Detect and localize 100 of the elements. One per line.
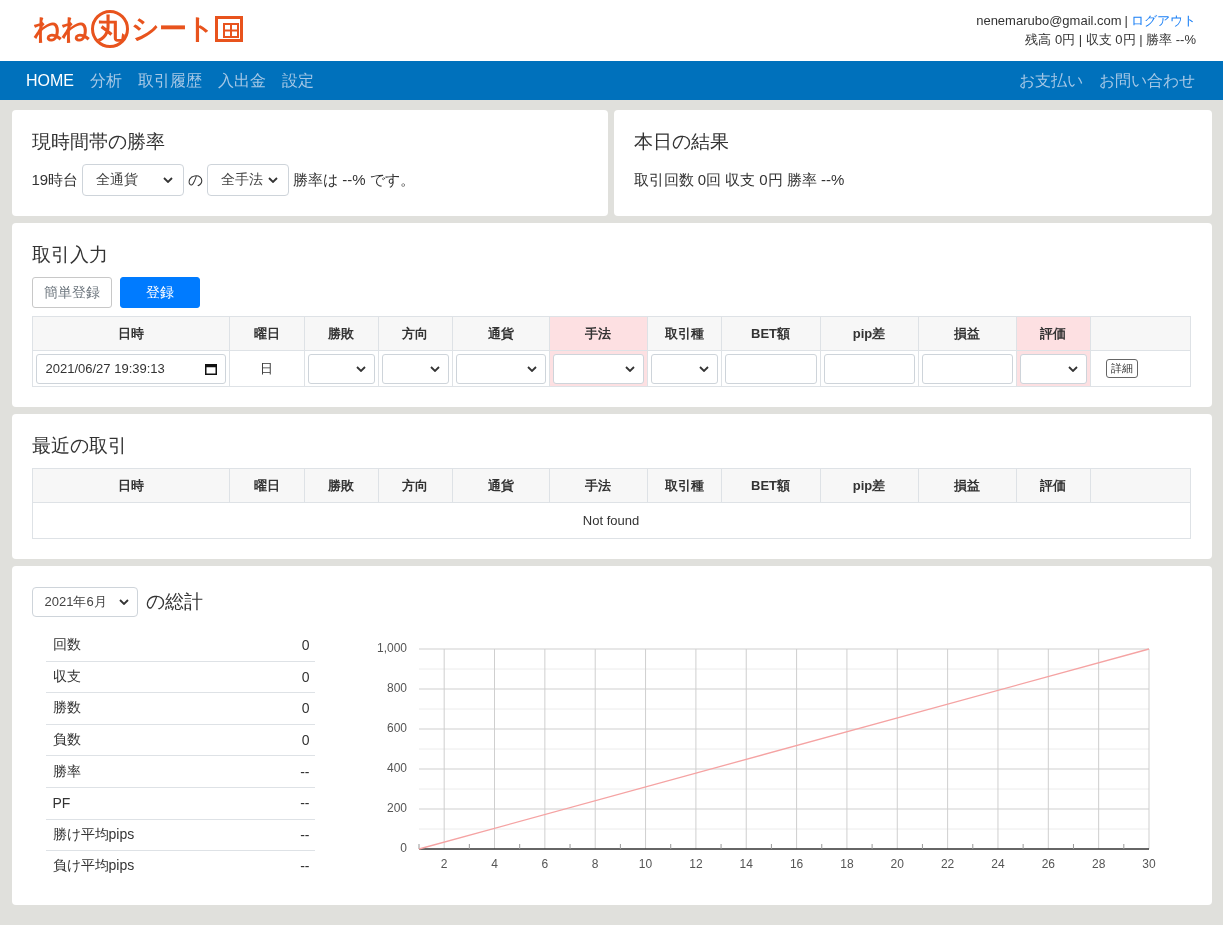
particle-text: の: [188, 170, 204, 190]
column-header: pip差: [820, 468, 918, 503]
stat-label: 収支: [52, 667, 81, 686]
chevron-down-icon: [698, 365, 709, 372]
stat-label: 勝け平均pips: [52, 825, 135, 844]
stat-label: 勝率: [52, 762, 81, 781]
x-tick-label: 2: [440, 857, 447, 872]
column-header: 方向: [378, 316, 452, 351]
account-summary: 残高 0円 | 収支 0円 | 勝率 --%: [1024, 30, 1196, 49]
stat-value: --: [300, 826, 310, 843]
chevron-down-icon: [163, 177, 174, 183]
x-tick-label: 8: [591, 857, 599, 872]
chevron-down-icon: [355, 365, 366, 372]
chevron-down-icon: [429, 365, 440, 372]
column-header: 勝敗: [304, 316, 378, 351]
card-title: 現時間帯の勝率: [31, 130, 166, 154]
column-header: 取引種: [647, 316, 721, 351]
today-result-text: 取引回数 0回 収支 0円 勝率 --%: [633, 170, 845, 190]
logout-link[interactable]: ログアウト: [1131, 12, 1196, 28]
currency-select[interactable]: 全通貨: [82, 164, 185, 196]
stat-value: --: [300, 763, 310, 780]
column-header: 方向: [378, 468, 452, 503]
x-tick-label: 12: [688, 857, 703, 872]
stat-value: 0: [301, 700, 310, 717]
x-tick-label: 6: [541, 857, 548, 872]
column-header: 通貨: [452, 468, 549, 503]
column-header: 損益: [918, 468, 1016, 503]
x-tick-label: 28: [1091, 857, 1105, 872]
stat-value: --: [300, 858, 310, 875]
table-cell: Not found: [32, 502, 1190, 539]
chevron-down-icon: [624, 365, 635, 372]
chevron-down-icon: [268, 177, 279, 183]
y-tick-label: 200: [386, 801, 407, 816]
win-rate-text: 勝率は --% です。: [293, 170, 415, 190]
sheet-icon: [215, 15, 243, 42]
card-title: 最近の取引: [31, 434, 128, 458]
stat-value: --: [300, 795, 310, 812]
x-tick-label: 10: [638, 857, 652, 872]
x-tick-label: 24: [990, 857, 1005, 872]
chevron-down-icon: [118, 599, 129, 605]
month-select[interactable]: 2021年6月: [31, 587, 138, 617]
x-tick-label: 14: [739, 857, 753, 872]
chevron-down-icon: [526, 365, 537, 372]
x-tick-label: 16: [789, 857, 803, 872]
column-header: 手法: [549, 316, 647, 351]
date-field[interactable]: 2021/06/27 19:39:13: [35, 353, 226, 384]
x-tick-label: 4: [490, 857, 498, 872]
stat-label: 負け平均pips: [52, 857, 135, 876]
nav-link[interactable]: 分析: [90, 69, 122, 92]
nav-link[interactable]: HOME: [26, 69, 74, 92]
x-tick-label: 22: [940, 857, 954, 872]
nav-link[interactable]: お支払い: [1019, 69, 1083, 92]
column-header: BET額: [721, 316, 820, 351]
nav-link[interactable]: お問い合わせ: [1099, 69, 1195, 92]
hour-label: 19時台: [31, 170, 79, 190]
column-header: 日時: [32, 316, 229, 351]
column-header: 取引種: [647, 468, 721, 503]
y-tick-label: 600: [386, 721, 407, 736]
table-cell: 日: [229, 350, 304, 387]
nav-link[interactable]: 取引履歴: [138, 69, 202, 92]
column-header: BET額: [721, 468, 820, 503]
chevron-down-icon: [1067, 365, 1078, 372]
nav-link[interactable]: 入出金: [218, 69, 266, 92]
nav-link[interactable]: 設定: [282, 69, 314, 92]
y-tick-label: 0: [399, 841, 407, 856]
y-tick-label: 400: [386, 761, 407, 776]
x-tick-label: 20: [890, 857, 904, 872]
stat-label: 勝数: [52, 699, 81, 718]
column-header: 損益: [918, 316, 1016, 351]
column-header: 曜日: [229, 468, 304, 503]
column-header: 曜日: [229, 316, 304, 351]
column-header: 通貨: [452, 316, 549, 351]
stat-label: 回数: [52, 635, 81, 654]
submit-button[interactable]: 登録: [119, 277, 200, 308]
y-tick-label: 800: [386, 681, 407, 696]
column-header: 手法: [549, 468, 647, 503]
column-header: 評価: [1016, 468, 1090, 503]
card-title: 取引入力: [31, 243, 109, 267]
column-header: 勝敗: [304, 468, 378, 503]
x-tick-label: 18: [839, 857, 854, 872]
y-tick-label: 1,000: [376, 641, 407, 656]
stat-value: 0: [301, 732, 310, 749]
stat-value: 0: [301, 636, 310, 653]
stat-label: PF: [52, 795, 71, 812]
calendar-icon: [204, 362, 217, 375]
logo-text[interactable]: ねね 丸 シート: [33, 9, 214, 48]
column-header: 日時: [32, 468, 229, 503]
method-select[interactable]: 全手法: [207, 164, 290, 196]
card-title: 本日の結果: [633, 130, 730, 154]
x-tick-label: 30: [1141, 857, 1156, 872]
card-title: の総計: [145, 590, 203, 614]
detail-button[interactable]: 詳細: [1105, 359, 1138, 378]
x-tick-label: 26: [1041, 857, 1055, 872]
quick-register-button[interactable]: 簡単登録: [31, 277, 112, 308]
separator: |: [1124, 12, 1128, 28]
column-header: 評価: [1016, 316, 1090, 351]
user-email: nenemarubo@gmail.com: [976, 12, 1122, 28]
stat-label: 負数: [52, 731, 81, 750]
column-header: pip差: [820, 316, 918, 351]
stat-value: 0: [301, 668, 310, 685]
